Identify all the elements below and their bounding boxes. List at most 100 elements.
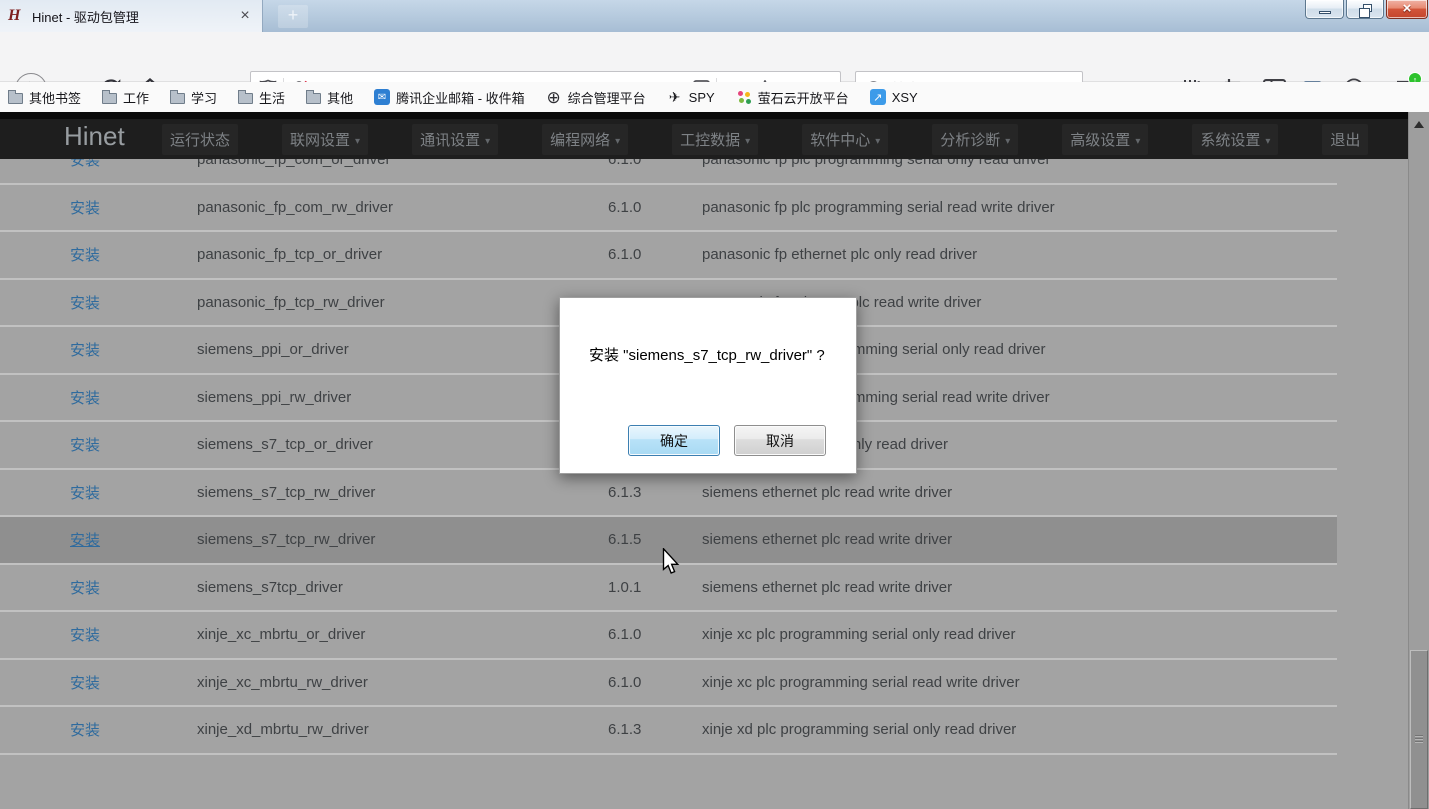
driver-name: panasonic_fp_tcp_rw_driver: [197, 294, 608, 311]
driver-version: 6.1.5: [608, 531, 702, 548]
bookmark-item[interactable]: 生活: [238, 88, 285, 107]
install-link[interactable]: 安装: [70, 342, 100, 359]
driver-version: 6.1.3: [608, 721, 702, 738]
driver-description: panasonic fp ethernet plc only read driv…: [702, 246, 1337, 263]
table-row: 安装 xinje_xc_mbrtu_or_driver 6.1.0 xinje …: [0, 612, 1337, 660]
folder-icon: [170, 93, 185, 104]
nav-menu-item[interactable]: 退出▾: [1322, 124, 1368, 155]
folder-icon: [238, 93, 253, 104]
ok-button[interactable]: 确定: [628, 425, 720, 456]
install-link[interactable]: 安装: [70, 722, 100, 739]
nav-menu-item[interactable]: 工控数据▾: [672, 124, 758, 155]
driver-name: siemens_s7_tcp_rw_driver: [197, 531, 608, 548]
nav-menu-item[interactable]: 软件中心▾: [802, 124, 888, 155]
browser-tab[interactable]: H Hinet - 驱动包管理 ×: [0, 0, 263, 32]
driver-description: xinje xd plc programming serial only rea…: [702, 721, 1337, 738]
window-minimize-button[interactable]: [1305, 0, 1344, 19]
bookmark-item[interactable]: 其他: [306, 88, 353, 107]
confirm-dialog: 安装 "siemens_s7_tcp_rw_driver" ? 确定 取消: [559, 297, 857, 474]
driver-description: xinje xc plc programming serial read wri…: [702, 674, 1337, 691]
table-row: 安装 panasonic_fp_tcp_or_driver 6.1.0 pana…: [0, 232, 1337, 280]
table-row: 安装 panasonic_fp_com_rw_driver 6.1.0 pana…: [0, 185, 1337, 233]
bookmark-label: 其他书签: [29, 88, 81, 107]
install-link[interactable]: 安装: [70, 295, 100, 312]
dots-icon: [736, 89, 752, 105]
nav-menu-item[interactable]: 编程网络▾: [542, 124, 628, 155]
install-link[interactable]: 安装: [70, 532, 100, 549]
plane-icon: [667, 89, 683, 105]
driver-description: siemens ethernet plc read write driver: [702, 484, 1337, 501]
table-row: 安装 xinje_xd_mbrtu_rw_driver 6.1.3 xinje …: [0, 707, 1337, 755]
install-link[interactable]: 安装: [70, 627, 100, 644]
page-top-strip: [0, 112, 1408, 119]
window-close-button[interactable]: [1386, 0, 1428, 19]
chevron-down-icon: ▾: [355, 136, 360, 147]
driver-description: xinje xc plc programming serial only rea…: [702, 626, 1337, 643]
tab-close-icon[interactable]: ×: [236, 8, 254, 24]
driver-description: panasonic fp plc programming serial read…: [702, 199, 1337, 216]
driver-version: 6.1.3: [608, 484, 702, 501]
driver-version: 6.1.0: [608, 674, 702, 691]
bookmark-item[interactable]: 萤石云开放平台: [736, 88, 849, 107]
bookmark-label: 生活: [259, 88, 285, 107]
driver-version: 1.0.1: [608, 579, 702, 596]
bookmark-item[interactable]: 工作: [102, 88, 149, 107]
table-row: 安装 siemens_s7_tcp_rw_driver 6.1.3 siemen…: [0, 470, 1337, 518]
chevron-down-icon: ▾: [745, 136, 750, 147]
driver-name: siemens_s7_tcp_or_driver: [197, 436, 608, 453]
bookmark-item[interactable]: 学习: [170, 88, 217, 107]
nav-menu-item[interactable]: 分析诊断▾: [932, 124, 1018, 155]
driver-name: panasonic_fp_tcp_or_driver: [197, 246, 608, 263]
scrollbar-up-arrow-icon[interactable]: [1414, 121, 1424, 128]
driver-version: 6.1.0: [608, 246, 702, 263]
driver-name: siemens_s7_tcp_rw_driver: [197, 484, 608, 501]
folder-icon: [102, 93, 117, 104]
chevron-down-icon: ▾: [615, 136, 620, 147]
bookmark-item[interactable]: XSY: [870, 89, 918, 105]
new-tab-button[interactable]: +: [278, 5, 308, 28]
bookmark-item[interactable]: 其他书签: [8, 88, 81, 107]
driver-name: xinje_xc_mbrtu_rw_driver: [197, 674, 608, 691]
bookmark-item[interactable]: 腾讯企业邮箱 - 收件箱: [374, 88, 525, 107]
bookmark-label: 综合管理平台: [568, 88, 646, 107]
nav-menu-item[interactable]: 高级设置▾: [1062, 124, 1148, 155]
install-link[interactable]: 安装: [70, 247, 100, 264]
chevron-down-icon: ▾: [875, 136, 880, 147]
install-link[interactable]: 安装: [70, 675, 100, 692]
bookmark-item[interactable]: SPY: [667, 89, 715, 105]
close-icon: [1387, 0, 1427, 17]
install-link[interactable]: 安装: [70, 485, 100, 502]
table-row: 安装 xinje_xc_mbrtu_rw_driver 6.1.0 xinje …: [0, 660, 1337, 708]
nav-menu-item[interactable]: 系统设置▾: [1192, 124, 1278, 155]
nav-menu-item[interactable]: 联网设置▾: [282, 124, 368, 155]
chevron-down-icon: ▾: [1265, 136, 1270, 147]
driver-name: siemens_s7tcp_driver: [197, 579, 608, 596]
install-link[interactable]: 安装: [70, 580, 100, 597]
driver-name: siemens_ppi_rw_driver: [197, 389, 608, 406]
nav-menu-item[interactable]: 通讯设置▾: [412, 124, 498, 155]
bookmark-label: 萤石云开放平台: [758, 88, 849, 107]
folder-icon: [306, 93, 321, 104]
window-restore-button[interactable]: [1346, 0, 1384, 19]
install-link[interactable]: 安装: [70, 390, 100, 407]
install-link[interactable]: 安装: [70, 200, 100, 217]
tab-title: Hinet - 驱动包管理: [32, 7, 236, 26]
page-scrollbar[interactable]: [1408, 112, 1429, 809]
mail-icon: [374, 89, 390, 105]
nav-menu-item[interactable]: 运行状态▾: [162, 124, 238, 155]
scrollbar-thumb[interactable]: [1410, 650, 1428, 809]
driver-name: xinje_xd_mbrtu_rw_driver: [197, 721, 608, 738]
cancel-button[interactable]: 取消: [734, 425, 826, 456]
bookmark-item[interactable]: 综合管理平台: [546, 88, 646, 107]
install-link[interactable]: 安装: [70, 437, 100, 454]
site-brand[interactable]: Hinet: [64, 121, 125, 152]
dialog-message: 安装 "siemens_s7_tcp_rw_driver" ?: [589, 344, 825, 365]
driver-name: siemens_ppi_or_driver: [197, 341, 608, 358]
bookmark-label: 腾讯企业邮箱 - 收件箱: [396, 88, 525, 107]
page-content: Hinet 运行状态▾ 联网设置▾ 通讯设置▾ 编程网络▾ 工控数据▾ 软件中心…: [0, 112, 1429, 809]
bookmark-label: SPY: [689, 90, 715, 105]
bookmark-label: 其他: [327, 88, 353, 107]
driver-name: xinje_xc_mbrtu_or_driver: [197, 626, 608, 643]
site-nav-items: 运行状态▾ 联网设置▾ 通讯设置▾ 编程网络▾ 工控数据▾ 软件中心▾ 分析诊断…: [162, 124, 1412, 155]
window-titlebar: H Hinet - 驱动包管理 × +: [0, 0, 1429, 32]
